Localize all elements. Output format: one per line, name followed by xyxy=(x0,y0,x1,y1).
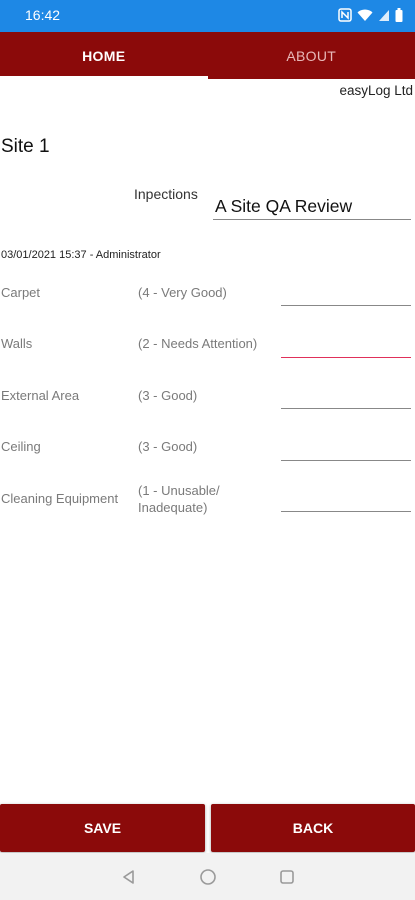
row-label-carpet: Carpet xyxy=(1,285,41,300)
inspections-picker-underline xyxy=(213,219,411,220)
status-bar: 16:42 xyxy=(0,0,415,32)
inspections-label: Inpections xyxy=(134,186,198,202)
back-button[interactable]: BACK xyxy=(211,804,415,852)
comment-input-carpet[interactable] xyxy=(281,305,411,306)
row-rating-walls: (2 - Needs Attention) xyxy=(138,336,258,351)
row-rating-cleaning-equipment: (1 - Unusable/ Inadequate) xyxy=(138,482,220,516)
status-time: 16:42 xyxy=(25,7,61,23)
inspections-picker[interactable]: A Site QA Review xyxy=(215,196,352,217)
entry-meta: 03/01/2021 15:37 - Administrator xyxy=(1,249,161,261)
tab-bar: HOME ABOUT xyxy=(0,32,415,79)
row-rating-line1: (1 - Unusable/ xyxy=(138,483,220,498)
comment-input-walls[interactable] xyxy=(281,357,411,358)
tab-home[interactable]: HOME xyxy=(0,32,208,79)
site-title: Site 1 xyxy=(1,136,50,157)
row-rating-carpet: (4 - Very Good) xyxy=(138,285,227,300)
comment-input-ceiling[interactable] xyxy=(281,460,411,461)
row-label-ceiling: Ceiling xyxy=(1,439,41,454)
battery-icon xyxy=(395,8,403,22)
wifi-icon xyxy=(357,9,373,22)
row-label-walls: Walls xyxy=(1,336,33,351)
row-rating-external-area: (3 - Good) xyxy=(138,388,198,403)
tab-about[interactable]: ABOUT xyxy=(208,32,415,79)
system-nav-bar xyxy=(0,853,415,900)
comment-input-external-area[interactable] xyxy=(281,408,411,409)
home-circle-icon[interactable] xyxy=(199,868,217,886)
row-label-cleaning-equipment: Cleaning Equipment xyxy=(1,491,119,506)
signal-icon xyxy=(378,9,390,22)
row-rating-line2: Inadequate) xyxy=(138,500,208,515)
nfc-icon xyxy=(338,8,352,22)
row-label-external-area: External Area xyxy=(1,388,80,403)
back-triangle-icon[interactable] xyxy=(121,869,137,885)
recents-square-icon[interactable] xyxy=(279,869,295,885)
row-rating-ceiling: (3 - Good) xyxy=(138,439,198,454)
save-button[interactable]: SAVE xyxy=(0,804,205,852)
comment-input-cleaning-equipment[interactable] xyxy=(281,511,411,512)
status-icons xyxy=(338,8,403,22)
company-name: easyLog Ltd xyxy=(339,83,413,98)
